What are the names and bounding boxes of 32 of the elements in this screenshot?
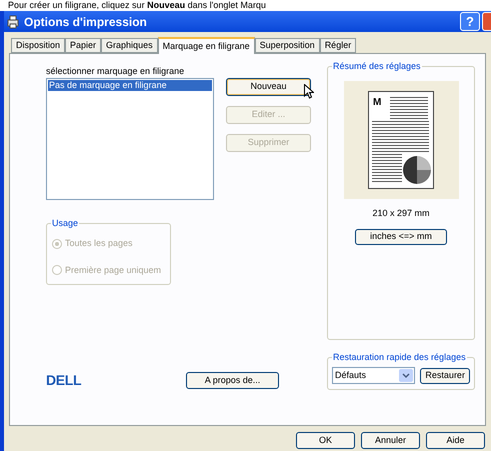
group-title: Restauration rapide des réglages (332, 351, 467, 363)
group-title: Usage (51, 217, 80, 229)
radio-label: Première page uniquem (65, 264, 162, 277)
tab[interactable]: Marquage en filigrane (158, 37, 255, 54)
mouse-pointer-icon (304, 84, 314, 99)
dialog-button[interactable]: OK (296, 432, 355, 449)
dialog-button[interactable]: Aide (426, 432, 485, 449)
dialog-button[interactable]: Annuler (361, 432, 420, 449)
tab[interactable]: Graphiques (101, 38, 158, 53)
defaults-dropdown[interactable]: Défauts (332, 367, 416, 384)
list-label: sélectionner marquage en filigrane (46, 66, 186, 77)
units-toggle-button[interactable]: inches <=> mm (355, 228, 447, 244)
paper-size-text: 210 x 297 mm (372, 207, 430, 220)
tab[interactable]: Régler (320, 38, 356, 53)
radio-label: Toutes les pages (65, 237, 133, 250)
about-button[interactable]: A propos de... (186, 372, 279, 389)
caption-text: Pour créer un filigrane, cliquez sur Nouveau dans l'onglet Marqu (7, 0, 267, 11)
watermark-list[interactable]: Pas de marquage en filigrane (46, 78, 214, 200)
tab[interactable]: Papier (65, 38, 102, 53)
restore-button[interactable]: Restaurer (420, 368, 470, 384)
pie-chart-icon (403, 156, 431, 184)
printer-icon (6, 14, 20, 28)
action-button[interactable]: Nouveau (226, 78, 311, 96)
close-button[interactable] (482, 12, 491, 31)
dell-logo: DELL (46, 371, 82, 390)
tab[interactable]: Superposition (254, 38, 320, 53)
preview-mark-text: M (373, 97, 382, 108)
tab[interactable]: Disposition (11, 38, 66, 53)
group-title: Résumé des réglages (332, 60, 422, 72)
window-title: Options d'impression (24, 14, 148, 30)
help-button[interactable]: ? (460, 12, 480, 31)
list-item[interactable]: Pas de marquage en filigrane (48, 80, 212, 91)
